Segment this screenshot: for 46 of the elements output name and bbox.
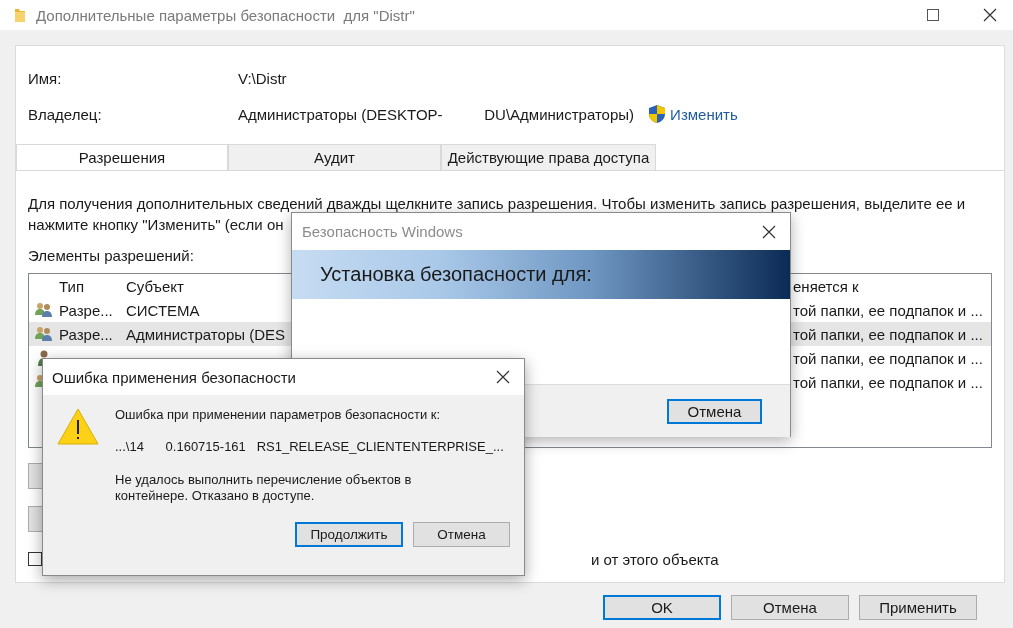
users-icon <box>35 302 53 318</box>
heading-banner: Установка безопасности для: <box>292 250 790 299</box>
close-icon[interactable] <box>762 224 776 239</box>
list-label: Элементы разрешений: <box>28 247 194 264</box>
column-header[interactable]: еняется к <box>793 277 859 295</box>
column-header[interactable]: Тип <box>59 277 84 295</box>
field-label: Владелец: <box>28 105 103 123</box>
tab[interactable]: Аудит <box>228 144 441 170</box>
default-button[interactable]: Отмена <box>667 398 762 424</box>
column-header[interactable]: Субъект <box>126 277 184 295</box>
dialog-button[interactable]: Отмена <box>731 595 849 620</box>
file-path: ...\14 0.160715-161 RS1_RELEASE_CLIENTENTERPRISE_... <box>115 439 504 454</box>
warning-icon <box>57 407 99 445</box>
error-detail: Не удалось выполнить перечисление объектов в контейнере. Отказано в доступе. <box>115 472 413 504</box>
table-cell: той папки, ее подпапок и ... <box>793 301 983 319</box>
table-cell: СИСТЕМА <box>126 301 200 319</box>
change-link[interactable]: Изменить <box>670 105 738 123</box>
table-cell: Разре... <box>59 301 113 319</box>
default-button[interactable]: OK <box>603 595 721 620</box>
dialog-button[interactable]: Отмена <box>413 522 510 547</box>
table-cell: той папки, ее подпапок и ... <box>793 349 983 367</box>
window-title: Дополнительные параметры безопасности для "Distr" <box>36 6 415 24</box>
default-button[interactable]: Продолжить <box>295 522 403 547</box>
checkbox-label: и от этого объекта <box>591 550 719 568</box>
table-cell: той папки, ее подпапок и ... <box>793 373 983 391</box>
shield-icon <box>648 104 667 124</box>
intro-text: Для получения дополнительных сведений дважды щелкните запись разрешения. Чтобы изменить запись разрешения, выделите ее и <box>28 194 966 214</box>
dialog-title: Ошибка применения безопасности <box>52 368 296 386</box>
tab[interactable]: Действующие права доступа <box>441 144 656 170</box>
table-cell: Администраторы (DES <box>126 325 285 343</box>
users-icon <box>35 326 53 342</box>
close-icon[interactable] <box>983 8 997 22</box>
field-value: Администраторы (DESKTOP- DU\Администраторы) <box>238 105 635 123</box>
field-value: V:\Distr <box>238 69 287 87</box>
dialog-title: Безопасность Windows <box>302 223 463 240</box>
maximize-icon[interactable] <box>927 9 939 21</box>
message-text: Ошибка при применении параметров безопасности к: <box>115 407 442 422</box>
intro-text: нажмите кнопку "Изменить" (если он <box>28 215 284 235</box>
field-label: Имя: <box>28 69 63 87</box>
table-cell: Разре... <box>59 325 113 343</box>
table-cell: той папки, ее подпапок и ... <box>793 325 983 343</box>
tab[interactable]: Разрешения <box>16 144 228 170</box>
checkbox[interactable] <box>28 552 42 566</box>
close-icon[interactable] <box>496 370 510 384</box>
folder-icon <box>14 7 26 23</box>
dialog-button[interactable]: Применить <box>859 595 977 620</box>
